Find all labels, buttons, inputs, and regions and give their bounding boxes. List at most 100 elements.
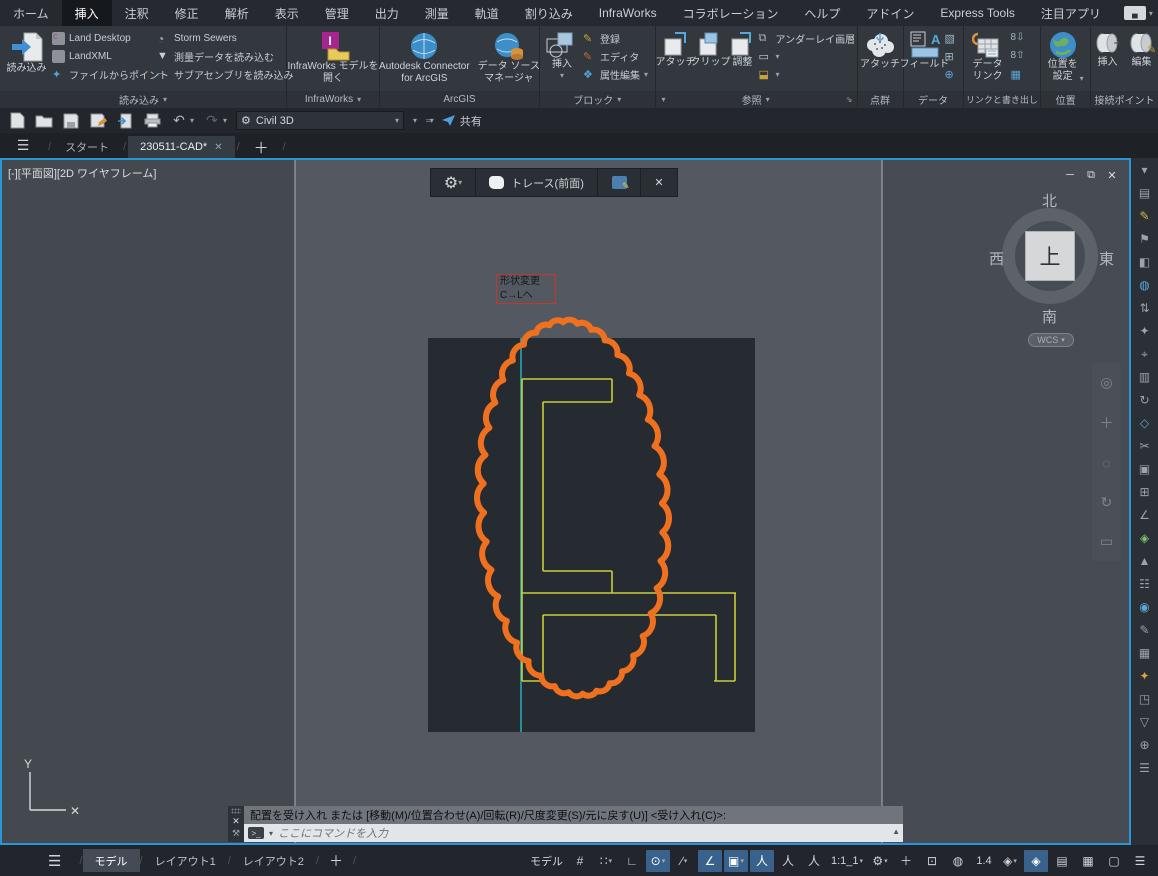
- menu-tab-挿入[interactable]: 挿入: [62, 0, 112, 26]
- redo-dropdown[interactable]: ▾: [223, 116, 227, 125]
- panel-block-footer[interactable]: ブロック▾: [540, 91, 655, 108]
- side-tool-icon-6[interactable]: ◍: [1139, 279, 1149, 292]
- menu-tab-表示[interactable]: 表示: [262, 0, 312, 26]
- drawing-area[interactable]: [-][平面図][2D ワイヤフレーム] ⚙▾ トレース(前面) ✕ ─ ⧉ ✕…: [0, 158, 1131, 845]
- menu-tab-軌道[interactable]: 軌道: [462, 0, 512, 26]
- snap-toggle[interactable]: ∷▾: [594, 850, 618, 872]
- zoom-icon[interactable]: ◌: [1102, 455, 1110, 471]
- qat-dropdown[interactable]: ▾: [413, 116, 417, 125]
- extract-data-button[interactable]: ▦: [1011, 67, 1031, 82]
- trace-settings-button[interactable]: ⚙▾: [431, 169, 475, 196]
- block-define-button[interactable]: ✎登録: [583, 31, 651, 46]
- close-tab-icon[interactable]: ✕: [214, 142, 222, 153]
- pan-icon[interactable]: ＋: [1100, 413, 1114, 433]
- attach-button[interactable]: アタッチ: [659, 28, 693, 91]
- scroll-up-icon[interactable]: ▲: [892, 827, 900, 836]
- side-tool-icon-14[interactable]: ▣: [1139, 463, 1150, 476]
- command-palette-grip[interactable]: ✕ ⚒: [228, 806, 244, 842]
- side-tool-icon-21[interactable]: ✎: [1139, 624, 1149, 637]
- new-file-button[interactable]: [8, 112, 26, 130]
- minimize-icon[interactable]: ─: [1064, 169, 1076, 182]
- layout-tab-レイアウト2[interactable]: レイアウト2: [231, 849, 316, 872]
- annotation-monitor[interactable]: ◈▾: [998, 850, 1022, 872]
- landxml-button[interactable]: LandXML: [52, 49, 155, 64]
- download-link-button[interactable]: 8⇧: [1011, 49, 1031, 64]
- menu-tab-割り込み[interactable]: 割り込み: [512, 0, 586, 26]
- menu-tab-解析[interactable]: 解析: [212, 0, 262, 26]
- side-tool-icon-24[interactable]: ◳: [1139, 693, 1150, 706]
- annotation-scale[interactable]: 1:1_1▾: [828, 850, 866, 872]
- grid-toggle[interactable]: #: [568, 850, 592, 872]
- open-file-button[interactable]: [35, 112, 53, 130]
- fullscreen-toggle[interactable]: ▢: [1102, 850, 1126, 872]
- wrench-icon[interactable]: ⚒: [232, 829, 240, 838]
- side-tool-icon-8[interactable]: ✦: [1139, 325, 1149, 338]
- close-icon[interactable]: ✕: [1106, 169, 1118, 182]
- side-tool-icon-19[interactable]: ☷: [1139, 578, 1150, 591]
- update-field-button[interactable]: ▧: [945, 31, 960, 46]
- compass-east[interactable]: 東: [1099, 248, 1114, 269]
- side-tool-icon-22[interactable]: ▦: [1139, 647, 1150, 660]
- side-tool-icon-26[interactable]: ⊕: [1139, 739, 1149, 752]
- adjust-button[interactable]: 調整: [729, 28, 757, 91]
- navigation-bar[interactable]: ◎ ＋ ◌ ↻ ▭: [1092, 363, 1121, 561]
- underlay-layers-button[interactable]: ⧉アンダーレイ画層: [759, 31, 855, 46]
- compass-south[interactable]: 南: [1042, 306, 1057, 327]
- side-tool-icon-10[interactable]: ▥: [1139, 371, 1150, 384]
- import-survey-button[interactable]: ▼測量データを読み込む: [157, 49, 283, 64]
- annotation-person-toggle[interactable]: 人: [802, 850, 826, 872]
- annotation-visibility-toggle[interactable]: 人: [750, 850, 774, 872]
- annotation-autoscale-toggle[interactable]: 人: [776, 850, 800, 872]
- menu-tab-注釈[interactable]: 注釈: [112, 0, 162, 26]
- import-button[interactable]: 読み込み: [3, 28, 50, 91]
- isodraft-toggle[interactable]: ∕▾: [672, 850, 696, 872]
- tab-start[interactable]: スタート: [53, 136, 121, 158]
- polar-toggle[interactable]: ⊙▾: [646, 850, 670, 872]
- menu-tab-Express Tools[interactable]: Express Tools: [927, 0, 1027, 26]
- etransmit-button[interactable]: [116, 112, 134, 130]
- undo-button[interactable]: ↶: [170, 112, 188, 130]
- side-tool-icon-7[interactable]: ⇅: [1139, 302, 1149, 315]
- storm-sewers-button[interactable]: ◔Storm Sewers: [157, 31, 283, 46]
- side-tool-icon-4[interactable]: ⚑: [1139, 233, 1150, 246]
- side-tool-icon-9[interactable]: ⌖: [1141, 348, 1148, 361]
- wcs-menu[interactable]: WCS▾: [1028, 333, 1074, 347]
- trace-close-button[interactable]: ✕: [641, 169, 677, 196]
- data-link-button[interactable]: データリンク: [967, 28, 1009, 91]
- modelspace-toggle[interactable]: モデル: [527, 850, 566, 872]
- menu-tab-出力[interactable]: 出力: [362, 0, 412, 26]
- menu-tab-InfraWorks[interactable]: InfraWorks: [586, 0, 670, 26]
- side-tool-icon-2[interactable]: ▤: [1139, 187, 1150, 200]
- otrack-toggle[interactable]: ∠: [698, 850, 722, 872]
- upload-link-button[interactable]: 8⇩: [1011, 31, 1031, 46]
- side-tool-icon-15[interactable]: ⊞: [1139, 486, 1149, 499]
- hyperlink-button[interactable]: ⊕: [945, 67, 960, 82]
- new-layout-button[interactable]: ＋: [319, 851, 353, 871]
- menu-tab-ホーム[interactable]: ホーム: [0, 0, 62, 26]
- restore-icon[interactable]: ⧉: [1085, 169, 1097, 182]
- undo-dropdown[interactable]: ▾: [190, 116, 194, 125]
- layout-tab-モデル[interactable]: モデル: [83, 849, 140, 872]
- drag-handle-icon[interactable]: [231, 808, 241, 814]
- layout-menu-icon[interactable]: ☰: [48, 852, 61, 870]
- clip-button[interactable]: クリップ: [695, 28, 727, 91]
- graphics-level[interactable]: 1.4: [972, 850, 996, 872]
- share-button[interactable]: 共有: [441, 113, 482, 129]
- viewcube[interactable]: 北 西 東 南 上 WCS▾: [987, 190, 1117, 350]
- viewport-controls-label[interactable]: [-][平面図][2D ワイヤフレーム]: [8, 165, 156, 181]
- workspace-select[interactable]: ⚙ Civil 3D ▾: [236, 111, 404, 130]
- insert-block-button[interactable]: 挿入 ▾: [543, 28, 581, 91]
- import-subassembly-button[interactable]: ⌐サブアセンブリを読み込み: [157, 67, 283, 82]
- open-infraworks-model-button[interactable]: I InfraWorks モデルを開く: [288, 28, 379, 91]
- customize-menu[interactable]: ☰: [1128, 850, 1152, 872]
- qat-customize-dropdown[interactable]: ═▾: [426, 116, 432, 125]
- viewcube-top-face[interactable]: 上: [1025, 231, 1075, 281]
- side-tool-icon-16[interactable]: ∠: [1139, 509, 1150, 522]
- attribute-edit-button[interactable]: ❖属性編集▾: [583, 67, 651, 82]
- menu-tab-管理[interactable]: 管理: [312, 0, 362, 26]
- menu-tab-アドイン[interactable]: アドイン: [853, 0, 927, 26]
- showmotion-icon[interactable]: ▭: [1100, 533, 1113, 550]
- points-from-file-button[interactable]: ✦ファイルからポイント: [52, 67, 155, 82]
- close-icon[interactable]: ✕: [232, 817, 240, 826]
- snap-to-underlay-button[interactable]: ⬓▾: [759, 67, 855, 82]
